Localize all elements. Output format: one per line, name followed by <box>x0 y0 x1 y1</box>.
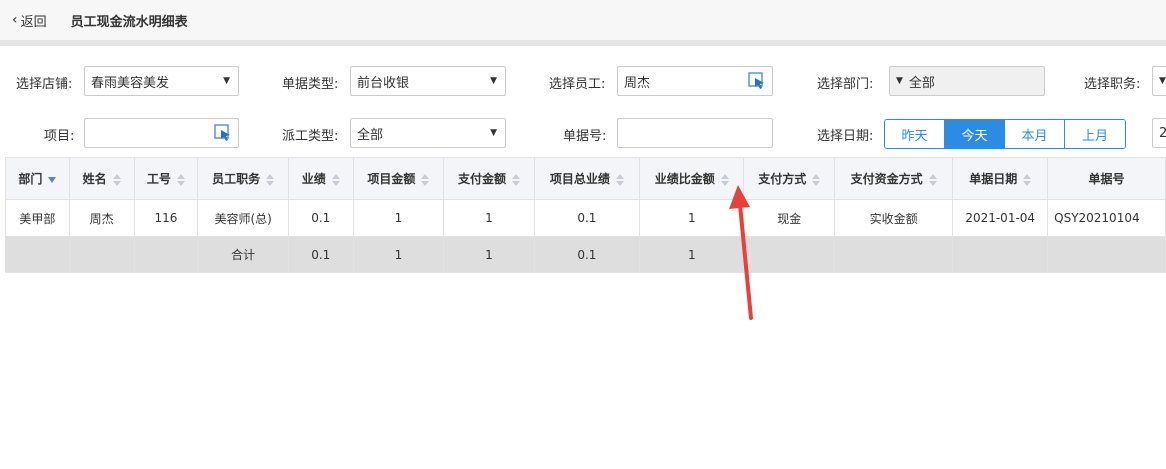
sort-icon <box>511 173 520 186</box>
back-label: 返回 <box>20 14 47 30</box>
dept-select[interactable]: ▼ 全部 <box>889 66 1045 96</box>
dispatch-select-value: 全部 <box>357 127 384 143</box>
total-cell <box>133 236 199 273</box>
picker-icon[interactable] <box>214 124 232 142</box>
date-button-last-month[interactable]: 上月 <box>1065 120 1125 148</box>
table-cell: 116 <box>133 199 199 237</box>
staff-picker[interactable]: 周杰 <box>617 66 773 96</box>
total-cell <box>5 236 70 273</box>
date-button-yesterday[interactable]: 昨天 <box>885 120 945 148</box>
column-header[interactable]: 单据号 <box>1047 157 1166 200</box>
sort-icon <box>421 173 430 186</box>
sort-desc-icon <box>48 176 57 183</box>
total-cell <box>68 236 135 273</box>
table-cell: 0.1 <box>533 199 641 237</box>
total-cell: 1 <box>443 236 535 273</box>
dept-label: 选择部门: <box>817 77 874 92</box>
total-cell <box>952 236 1049 273</box>
picker-icon[interactable] <box>748 72 766 90</box>
table-cell: QSY20210104 <box>1047 199 1166 237</box>
column-header[interactable]: 姓名 <box>68 157 135 200</box>
doc-no-input[interactable] <box>617 118 773 148</box>
sort-icon <box>1023 173 1032 186</box>
back-button[interactable]: ‹ 返回 <box>0 11 47 30</box>
caret-down-icon: ▼ <box>490 128 497 138</box>
column-header[interactable]: 项目总业绩 <box>533 157 641 200</box>
filter-panel: 选择店铺: 春雨美容美发 ▼ 单据类型: 前台收银 ▼ 选择员工: 周杰 选择部… <box>0 46 1166 156</box>
date-button-this-month[interactable]: 本月 <box>1005 120 1065 148</box>
item-label: 项目: <box>44 129 75 144</box>
sort-icon <box>266 173 275 186</box>
total-cell <box>1047 236 1166 273</box>
date-input[interactable]: 2 <box>1152 118 1166 148</box>
dispatch-label: 派工类型: <box>282 129 339 144</box>
date-button-today[interactable]: 今天 <box>945 120 1005 148</box>
doc-type-label: 单据类型: <box>282 77 339 92</box>
total-cell: 1 <box>639 236 745 273</box>
total-label: 合计 <box>197 236 289 273</box>
caret-down-icon: ▼ <box>223 76 230 86</box>
position-label: 选择职务: <box>1084 77 1141 92</box>
doc-no-label: 单据号: <box>563 129 607 144</box>
column-header[interactable]: 项目金额 <box>352 157 445 200</box>
column-header[interactable]: 业绩比金额 <box>639 157 745 200</box>
doc-type-select[interactable]: 前台收银 ▼ <box>350 66 506 96</box>
caret-down-icon: ▼ <box>896 76 903 86</box>
date-label: 选择日期: <box>817 129 874 144</box>
top-bar: ‹ 返回 员工现金流水明细表 <box>0 0 1166 40</box>
column-header[interactable]: 业绩 <box>287 157 354 200</box>
table-cell: 1 <box>639 199 745 237</box>
table-row[interactable]: 美甲部 周杰 116 美容师(总) 0.1 1 1 0.1 1 现金 实收金额 … <box>5 199 1166 237</box>
column-header[interactable]: 支付方式 <box>743 157 836 200</box>
sort-icon <box>928 173 937 186</box>
sort-icon <box>112 173 121 186</box>
column-header[interactable]: 工号 <box>133 157 199 200</box>
total-cell <box>743 236 836 273</box>
sort-icon <box>720 173 729 186</box>
position-select[interactable]: ▼ <box>1152 66 1166 96</box>
doc-type-select-value: 前台收银 <box>357 75 410 91</box>
store-select-value: 春雨美容美发 <box>91 75 170 91</box>
table-cell: 实收金额 <box>834 199 954 237</box>
total-cell: 1 <box>352 236 445 273</box>
column-header[interactable]: 部门 <box>5 157 70 200</box>
sort-icon <box>176 173 185 186</box>
store-label: 选择店铺: <box>16 77 73 92</box>
dept-select-value: 全部 <box>908 75 935 91</box>
dispatch-select[interactable]: 全部 ▼ <box>350 118 506 148</box>
table-cell: 现金 <box>743 199 836 237</box>
total-cell <box>834 236 954 273</box>
column-header[interactable]: 支付金额 <box>443 157 535 200</box>
table-cell: 美容师(总) <box>197 199 289 237</box>
staff-label: 选择员工: <box>549 77 606 92</box>
date-quick-buttons: 昨天 今天 本月 上月 <box>884 119 1126 149</box>
table-cell: 美甲部 <box>5 199 70 237</box>
total-row: 合计 0.1 1 1 0.1 1 <box>5 236 1166 273</box>
table-header-row: 部门 姓名 工号 员工职务 业绩 项目金额 支付金额 项目总业绩 业绩比金额 支… <box>5 157 1166 200</box>
staff-picker-value: 周杰 <box>624 75 651 91</box>
table-cell: 周杰 <box>68 199 135 237</box>
caret-down-icon: ▼ <box>490 76 497 86</box>
table-cell: 2021-01-04 <box>952 199 1049 237</box>
store-select[interactable]: 春雨美容美发 ▼ <box>84 66 239 96</box>
data-grid: 部门 姓名 工号 员工职务 业绩 项目金额 支付金额 项目总业绩 业绩比金额 支… <box>5 157 1166 273</box>
chevron-left-icon: ‹ <box>12 12 18 28</box>
column-header[interactable]: 支付资金方式 <box>834 157 954 200</box>
sort-icon <box>812 173 821 186</box>
item-picker[interactable] <box>84 118 239 148</box>
table-cell: 1 <box>443 199 535 237</box>
table-cell: 0.1 <box>287 199 354 237</box>
data-table: 部门 姓名 工号 员工职务 业绩 项目金额 支付金额 项目总业绩 业绩比金额 支… <box>5 157 1166 273</box>
column-header[interactable]: 员工职务 <box>197 157 289 200</box>
date-input-value: 2 <box>1159 125 1166 141</box>
table-cell: 1 <box>352 199 445 237</box>
caret-down-icon: ▼ <box>1159 76 1166 86</box>
column-header[interactable]: 单据日期 <box>952 157 1049 200</box>
total-cell: 0.1 <box>533 236 641 273</box>
sort-icon <box>331 173 340 186</box>
total-cell: 0.1 <box>287 236 354 273</box>
page-title: 员工现金流水明细表 <box>70 14 188 30</box>
sort-icon <box>615 173 624 186</box>
